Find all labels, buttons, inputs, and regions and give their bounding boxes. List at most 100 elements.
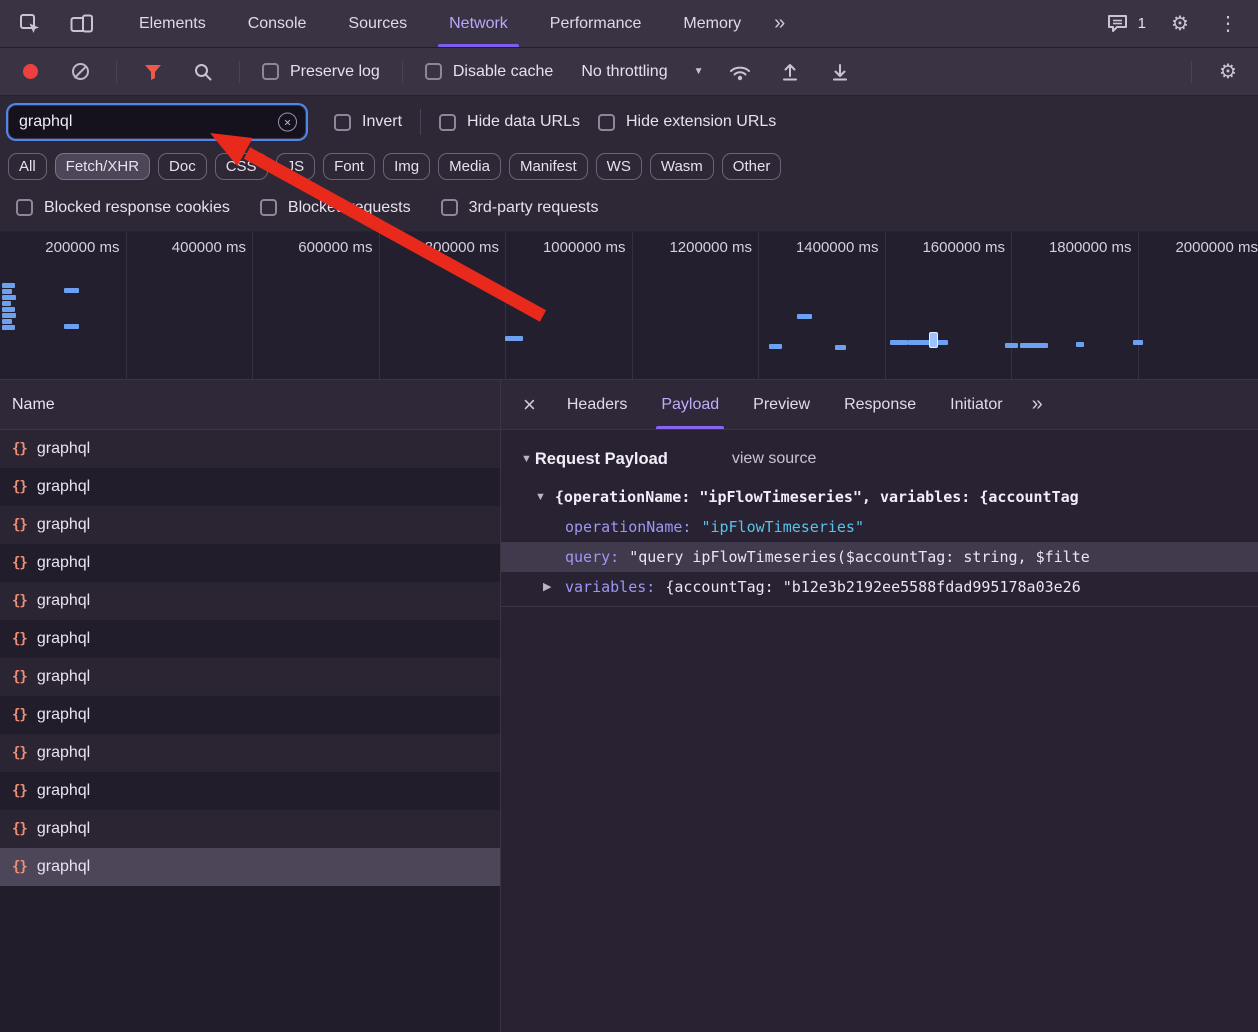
more-detail-tabs-icon[interactable]: » (1020, 393, 1055, 416)
hide-extension-urls-checkbox[interactable]: Hide extension URLs (598, 113, 776, 131)
tab-memory[interactable]: Memory (662, 0, 762, 47)
tab-performance[interactable]: Performance (529, 0, 663, 47)
payload-entry-row-highlighted[interactable]: query: "query ipFlowTimeseries($accountT… (501, 542, 1258, 572)
filter-toggle-button[interactable] (139, 58, 167, 86)
tabbar-left-icons (0, 10, 118, 38)
payload-value: "query ipFlowTimeseries($accountTag: str… (629, 548, 1090, 566)
detail-tab-response[interactable]: Response (827, 380, 933, 429)
checkbox-box (425, 63, 442, 80)
devtools-window: ElementsConsoleSourcesNetworkPerformance… (0, 0, 1258, 1032)
view-source-link[interactable]: view source (732, 450, 816, 468)
main-tab-strip: ElementsConsoleSourcesNetworkPerformance… (118, 0, 762, 47)
timeline-activity-bar (2, 313, 16, 318)
detail-tab-headers[interactable]: Headers (550, 380, 644, 429)
invert-checkbox[interactable]: Invert (334, 113, 402, 131)
request-row[interactable]: {}graphql (0, 582, 500, 620)
checkbox-3rd-party-requests[interactable]: 3rd-party requests (441, 199, 599, 217)
filter-chip-other[interactable]: Other (722, 153, 782, 180)
preserve-log-checkbox[interactable]: Preserve log (262, 63, 380, 81)
filter-chip-css[interactable]: CSS (215, 153, 268, 180)
filter-chip-js[interactable]: JS (276, 153, 316, 180)
hide-data-urls-checkbox[interactable]: Hide data URLs (439, 113, 580, 131)
payload-panel: ▼ Request Payload view source ▼ {operati… (501, 430, 1258, 607)
download-icon (830, 62, 850, 82)
checkbox-blocked-requests[interactable]: Blocked requests (260, 199, 411, 217)
close-detail-icon[interactable]: × (509, 394, 550, 416)
detail-tab-payload[interactable]: Payload (644, 380, 736, 429)
tab-network[interactable]: Network (428, 0, 529, 47)
filter-input[interactable] (8, 105, 306, 139)
disable-cache-checkbox[interactable]: Disable cache (425, 63, 554, 81)
request-row[interactable]: {}graphql (0, 772, 500, 810)
tabbar-right-icons: 1 ⚙ ⋮ (1104, 10, 1258, 38)
clear-x-icon: × (284, 116, 291, 128)
request-row[interactable]: {}graphql (0, 544, 500, 582)
json-request-icon: {} (12, 707, 27, 723)
filter-chip-wasm[interactable]: Wasm (650, 153, 714, 180)
json-request-icon: {} (12, 441, 27, 457)
throttling-dropdown[interactable]: No throttling ▼ (581, 63, 703, 81)
caret-down-icon: ▼ (535, 492, 546, 503)
import-har-button[interactable] (776, 58, 804, 86)
filter-chip-font[interactable]: Font (323, 153, 375, 180)
more-tabs-icon[interactable]: » (762, 12, 797, 35)
device-toolbar-icon[interactable] (68, 10, 96, 38)
blocked-options-row: Blocked response cookies Blocked requests… (0, 184, 1258, 232)
clear-network-log-button[interactable] (66, 58, 94, 86)
json-request-icon: {} (12, 517, 27, 533)
network-conditions-button[interactable] (726, 58, 754, 86)
detail-tab-initiator[interactable]: Initiator (933, 380, 1019, 429)
filter-chip-fetch-xhr[interactable]: Fetch/XHR (55, 153, 150, 180)
record-button[interactable] (16, 58, 44, 86)
network-settings-gear-icon[interactable]: ⚙ (1214, 58, 1242, 86)
checkbox-box (439, 114, 456, 131)
request-row[interactable]: {}graphql (0, 468, 500, 506)
payload-root-row[interactable]: ▼ {operationName: "ipFlowTimeseries", va… (501, 482, 1258, 512)
filter-chip-media[interactable]: Media (438, 153, 501, 180)
settings-gear-icon[interactable]: ⚙ (1166, 10, 1194, 38)
timeline-activity-bar (890, 340, 908, 345)
filter-chip-ws[interactable]: WS (596, 153, 642, 180)
kebab-menu-icon[interactable]: ⋮ (1214, 10, 1242, 38)
waterfall-overview[interactable]: 200000 ms400000 ms600000 ms800000 ms1000… (0, 232, 1258, 380)
timeline-activity-bar (2, 289, 12, 294)
filter-chip-img[interactable]: Img (383, 153, 430, 180)
payload-entry-row[interactable]: ▶ variables: {accountTag: "b12e3b2192ee5… (501, 572, 1258, 602)
collapse-payload-icon[interactable]: ▼ (521, 454, 532, 465)
request-row[interactable]: {}graphql (0, 696, 500, 734)
json-request-icon: {} (12, 859, 27, 875)
request-row[interactable]: {}graphql (0, 848, 500, 886)
search-button[interactable] (189, 58, 217, 86)
timeline-activity-bar (908, 340, 948, 345)
clear-filter-button[interactable]: × (278, 113, 297, 132)
inspect-element-icon[interactable] (16, 10, 44, 38)
filter-chip-all[interactable]: All (8, 153, 47, 180)
export-har-button[interactable] (826, 58, 854, 86)
checkbox-blocked-response-cookies[interactable]: Blocked response cookies (16, 199, 230, 217)
request-row[interactable]: {}graphql (0, 658, 500, 696)
request-row[interactable]: {}graphql (0, 430, 500, 468)
toolbar-divider (239, 61, 240, 83)
checkbox-box (441, 199, 458, 216)
tab-sources[interactable]: Sources (327, 0, 428, 47)
name-column-header[interactable]: Name (0, 380, 500, 430)
tab-console[interactable]: Console (227, 0, 328, 47)
checkbox-label: Blocked requests (288, 199, 411, 217)
issues-button[interactable]: 1 (1104, 10, 1146, 38)
tab-elements[interactable]: Elements (118, 0, 227, 47)
payload-entry-row[interactable]: operationName: "ipFlowTimeseries" (501, 512, 1258, 542)
request-row[interactable]: {}graphql (0, 506, 500, 544)
request-row[interactable]: {}graphql (0, 620, 500, 658)
detail-tab-strip: × HeadersPayloadPreviewResponseInitiator… (501, 380, 1258, 430)
checkbox-label: Blocked response cookies (44, 199, 230, 217)
payload-value: {accountTag: "b12e3b2192ee5588fdad995178… (665, 578, 1080, 596)
filter-chip-manifest[interactable]: Manifest (509, 153, 588, 180)
filter-chip-doc[interactable]: Doc (158, 153, 207, 180)
payload-key: operationName: (565, 518, 691, 536)
checkbox-box (16, 199, 33, 216)
toolbar-divider (402, 61, 403, 83)
detail-tab-preview[interactable]: Preview (736, 380, 827, 429)
request-row[interactable]: {}graphql (0, 734, 500, 772)
request-row[interactable]: {}graphql (0, 810, 500, 848)
timeline-activity-bar (1133, 340, 1143, 345)
